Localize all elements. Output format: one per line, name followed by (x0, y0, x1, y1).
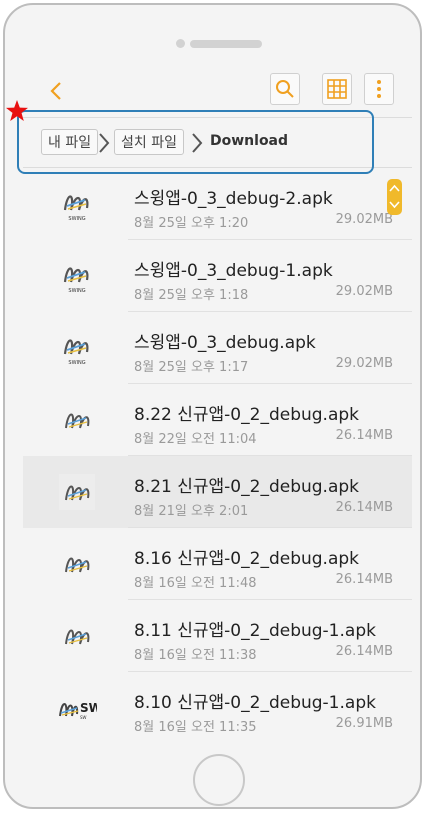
file-row[interactable]: SWING 스윙앱-0_3_debug-2.apk 8월 25일 오후 1:20… (23, 168, 412, 240)
sw-logo-subtext: SW (80, 715, 87, 720)
swing-app-icon: SWING (63, 267, 89, 294)
file-row[interactable]: SW SW 8.10 신규앱-0_2_debug-1.apk 8월 16일 오전… (23, 672, 412, 744)
file-name: 스윙앱-0_3_debug-1.apk (134, 261, 333, 281)
more-options-button[interactable] (364, 73, 394, 105)
swing-app-icon: SWING (63, 339, 89, 366)
chevron-left-icon[interactable] (45, 79, 69, 103)
file-size: 26.14MB (335, 644, 393, 659)
more-vertical-icon (377, 80, 381, 98)
file-date: 8월 16일 오전 11:48 (134, 576, 257, 591)
swing-logo-text: SWING (68, 288, 85, 294)
file-date: 8월 22일 오전 11:04 (134, 432, 257, 447)
search-button[interactable] (270, 73, 300, 105)
star-marker-icon (6, 100, 28, 121)
file-size: 26.14MB (335, 572, 393, 587)
swing-logo-text: SWING (68, 216, 85, 222)
search-icon (276, 80, 294, 98)
grid-view-icon (327, 79, 347, 99)
fast-scroll-handle[interactable] (387, 179, 402, 215)
file-size: 29.02MB (335, 356, 393, 371)
file-row[interactable]: SWING 스윙앱-0_3_debug-1.apk 8월 25일 오후 1:18… (23, 240, 412, 312)
app-icon (59, 618, 95, 654)
file-row[interactable]: 8.16 신규앱-0_2_debug.apk 8월 16일 오전 11:48 2… (23, 528, 412, 600)
file-date: 8월 21일 오후 2:01 (134, 504, 249, 519)
file-date: 8월 25일 오후 1:17 (134, 360, 249, 375)
chevron-down-icon (389, 201, 400, 209)
file-name: 스윙앱-0_3_debug.apk (134, 333, 316, 353)
app-icon (59, 546, 95, 582)
file-date: 8월 16일 오전 11:38 (134, 648, 257, 663)
app-icon (59, 402, 95, 438)
chevron-up-icon (389, 184, 400, 192)
grid-view-button[interactable] (322, 73, 352, 105)
file-row[interactable]: 8.11 신규앱-0_2_debug-1.apk 8월 16일 오전 11:38… (23, 600, 412, 672)
file-size: 29.02MB (335, 284, 393, 299)
file-size: 26.14MB (335, 500, 393, 515)
selected-row-highlight (17, 110, 374, 174)
file-row[interactable]: SWING 스윙앱-0_3_debug.apk 8월 25일 오후 1:17 2… (23, 312, 412, 384)
file-name: 8.16 신규앱-0_2_debug.apk (134, 549, 360, 569)
file-date: 8월 25일 오후 1:18 (134, 288, 249, 303)
earpiece-speaker (190, 40, 262, 48)
file-size: 26.14MB (335, 428, 393, 443)
swing-app-icon: SWING (63, 195, 89, 222)
file-size: 26.91MB (335, 716, 393, 731)
file-date: 8월 16일 오전 11:35 (134, 720, 257, 735)
file-name: 8.10 신규앱-0_2_debug-1.apk (134, 693, 376, 713)
swing-wordmark-icon: SW SW (59, 701, 97, 720)
file-row[interactable]: 8.21 신규앱-0_2_debug.apk 8월 21일 오후 2:01 26… (23, 456, 412, 528)
file-row[interactable]: 8.22 신규앱-0_2_debug.apk 8월 22일 오전 11:04 2… (23, 384, 412, 456)
file-size: 29.02MB (335, 212, 393, 227)
file-name: 8.11 신규앱-0_2_debug-1.apk (134, 621, 376, 641)
front-camera (176, 39, 185, 48)
home-button[interactable] (193, 754, 245, 806)
file-date: 8월 25일 오후 1:20 (134, 216, 249, 231)
file-name: 8.21 신규앱-0_2_debug.apk (134, 477, 360, 497)
file-name: 8.22 신규앱-0_2_debug.apk (134, 405, 360, 425)
app-icon (59, 474, 95, 510)
file-name: 스윙앱-0_3_debug-2.apk (134, 189, 333, 209)
sw-logo-text: SW (80, 701, 97, 715)
swing-logo-text: SWING (68, 360, 85, 366)
